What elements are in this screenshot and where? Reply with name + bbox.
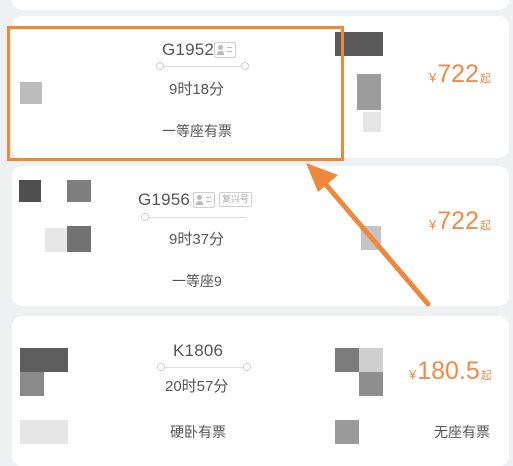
arrow-icon: [306, 163, 431, 307]
